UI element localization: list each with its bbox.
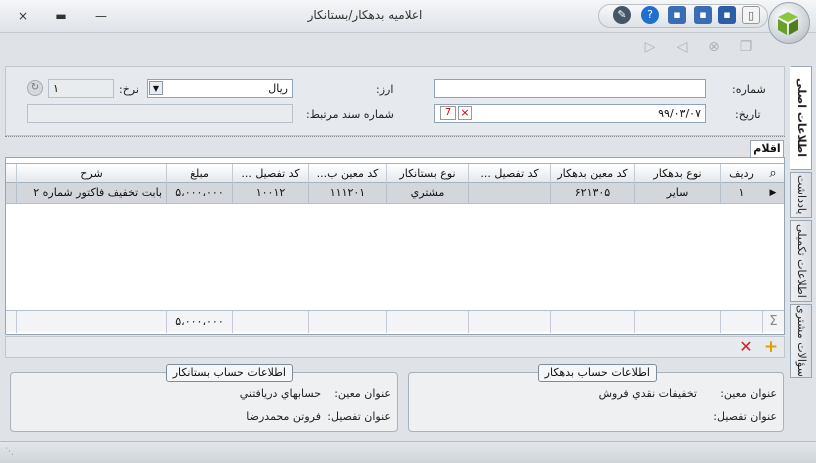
tab-extra-info[interactable]: اطلاعات تکمیلی [790, 220, 812, 302]
help-icon[interactable]: ? [641, 6, 659, 24]
footer-cell [634, 311, 720, 333]
currency-value: ریال [268, 82, 288, 95]
debtor-box-title: اطلاعات حساب بدهکار [537, 364, 657, 382]
cell[interactable]: سایر [634, 183, 720, 203]
footer-cell [16, 311, 166, 333]
refresh-rate-icon[interactable]: ↻ [27, 80, 43, 96]
footer-cell [468, 311, 550, 333]
clear-date-icon[interactable]: × [458, 106, 472, 120]
column-header[interactable]: نوع بستانکار [386, 164, 468, 183]
maximize-button[interactable]: ▬ [52, 8, 70, 24]
resize-grip-icon[interactable]: ⋰ [4, 447, 14, 457]
footer-cell [386, 311, 468, 333]
next-record-icon[interactable]: ▷ [640, 38, 660, 56]
minimize-button[interactable]: — [92, 8, 110, 24]
column-header[interactable]: نوع بدهکار [634, 164, 720, 183]
column-header[interactable]: شرح [16, 164, 166, 183]
window-title: اعلامیه بدهکار/بستانکار [307, 8, 423, 22]
column-header[interactable]: کد معین ب... [308, 164, 386, 183]
save-icon[interactable]: ▪ [718, 6, 736, 24]
app-logo[interactable] [768, 2, 810, 44]
items-grid: ⌕ ردیف نوع بدهکار کد معین بدهکار کد تفصی… [5, 157, 785, 335]
column-header[interactable]: کد تفصیل ... [468, 164, 550, 183]
panel-splitter[interactable] [5, 136, 785, 139]
cell[interactable]: بابت تخفیف فاکتور شماره ۲ [16, 183, 166, 203]
grid-footer: Σ ۵،۰۰۰،۰۰۰ [6, 310, 784, 333]
header-form: شماره: تاریخ: ۹۹/۰۳/۰۷ × 7 ارز: ریال ▼ ن… [5, 66, 785, 136]
debtor-moein-value: تخفیفات نقدي فروش [598, 387, 697, 400]
row-indicator-icon: ▶ [769, 188, 777, 198]
rate-field[interactable]: ۱ [48, 79, 114, 98]
cell[interactable]: ۱۱۱۲۰۱ [308, 183, 386, 203]
add-row-icon[interactable]: + [762, 338, 780, 356]
date-field[interactable]: ۹۹/۰۳/۰۷ [434, 104, 706, 123]
rate-value: ۱ [53, 82, 59, 95]
debtor-moein-label: عنوان معین: [720, 387, 777, 400]
creditor-box-title: اطلاعات حساب بستانکار [165, 364, 293, 382]
save-as-icon[interactable]: ▪ [694, 6, 712, 24]
grid-actions-bar: + ✕ [5, 336, 785, 358]
grid-header: ⌕ ردیف نوع بدهکار کد معین بدهکار کد تفصی… [6, 163, 784, 183]
related-doc-label: شماره سند مرتبط: [306, 108, 394, 121]
cell[interactable] [468, 183, 550, 203]
cell[interactable]: ۵،۰۰۰،۰۰۰ [166, 183, 232, 203]
column-header[interactable]: مبلغ [166, 164, 232, 183]
calendar-icon[interactable]: 7 [440, 106, 456, 120]
debtor-account-box: اطلاعات حساب بدهکار عنوان معین: تخفیفات … [408, 364, 784, 432]
status-bar: ⋰ [0, 441, 816, 463]
sum-icon: Σ [762, 311, 784, 333]
cell[interactable]: مشتري [386, 183, 468, 203]
column-header[interactable]: کد معین بدهکار [550, 164, 634, 183]
column-header[interactable]: کد تفصیل ... [232, 164, 308, 183]
footer-cell [550, 311, 634, 333]
debtor-tafsil-label: عنوان تفصیل: [713, 410, 777, 423]
search-icon[interactable]: ⌕ [762, 164, 784, 183]
settings-icon[interactable]: ✎ [613, 6, 631, 24]
cell[interactable]: ۶۲۱۳۰۵ [550, 183, 634, 203]
tab-notes[interactable]: یادداشت [790, 172, 812, 218]
tab-main-info[interactable]: اطلاعات اصلی [790, 66, 812, 170]
creditor-account-box: اطلاعات حساب بستانکار عنوان معین: حسابها… [10, 364, 398, 432]
cell[interactable]: ۱۰۰۱۲ [232, 183, 308, 203]
total-amount: ۵،۰۰۰،۰۰۰ [166, 311, 232, 333]
close-button[interactable]: × [14, 8, 32, 24]
delete-row-icon[interactable]: ✕ [737, 338, 755, 356]
delete-record-icon[interactable]: ⊗ [704, 38, 724, 56]
save-close-icon[interactable]: ▪ [668, 6, 686, 24]
footer-cell [308, 311, 386, 333]
currency-select[interactable]: ریال [147, 79, 293, 98]
new-document-icon[interactable]: ▯ [742, 6, 760, 24]
date-value: ۹۹/۰۳/۰۷ [658, 107, 701, 120]
tab-customer-questions[interactable]: سؤالات مشتری [790, 304, 812, 378]
number-label: شماره: [732, 83, 766, 96]
new-record-icon[interactable]: ❐ [736, 38, 756, 56]
creditor-tafsil-label: عنوان تفصیل: [327, 410, 391, 423]
date-label: تاریخ: [735, 108, 761, 121]
column-header[interactable]: ردیف [720, 164, 762, 183]
table-row[interactable]: ▶ ۱ سایر ۶۲۱۳۰۵ مشتري ۱۱۱۲۰۱ ۱۰۰۱۲ ۵،۰۰۰… [6, 183, 784, 204]
currency-label: ارز: [376, 83, 394, 96]
footer-cell [232, 311, 308, 333]
creditor-tafsil-value: فروتن محمدرضا [246, 410, 321, 423]
creditor-moein-value: حسابهاي دريافتني [239, 387, 321, 400]
footer-cell [720, 311, 762, 333]
previous-record-icon[interactable]: ◁ [672, 38, 692, 56]
chevron-down-icon[interactable]: ▼ [149, 81, 163, 95]
related-doc-field[interactable] [27, 104, 293, 123]
rate-label: نرخ: [119, 83, 139, 96]
title-bar: ▯ ▪ ▪ ▪ ? ✎ اعلامیه بدهکار/بستانکار — ▬ … [0, 0, 816, 44]
creditor-moein-label: عنوان معین: [334, 387, 391, 400]
cell[interactable]: ۱ [720, 183, 762, 203]
number-field[interactable] [434, 79, 706, 98]
tab-items[interactable]: اقلام [750, 140, 784, 157]
